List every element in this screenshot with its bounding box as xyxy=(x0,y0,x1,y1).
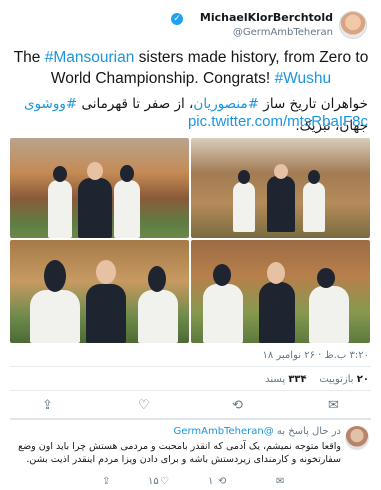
reply-icon[interactable]: ✉ xyxy=(328,398,339,413)
tweet-fa-part2: ، از صفر تا قهرمانی xyxy=(77,96,194,112)
verified-badge-icon: ✓ xyxy=(171,13,183,25)
reply-reply-icon[interactable]: ✉ xyxy=(276,476,284,487)
likes-label[interactable]: پسند xyxy=(265,374,285,385)
hashtag-wushu[interactable]: #Wushu xyxy=(275,70,332,87)
reply-text: واقعا متوجه نمیشم، یک آدمی که انقدر بامح… xyxy=(18,441,341,465)
photo-4[interactable] xyxy=(191,240,370,343)
tweet-media-link[interactable]: pic.twitter.com/mtsRbaIF8c xyxy=(12,113,368,130)
tweet-fa-part1: خواهران تاریخ ساز xyxy=(259,96,368,112)
reply-heart-icon[interactable]: ♡ xyxy=(160,476,169,487)
tweet-action-bar: ⇪ ♡ ⟲ ✉ xyxy=(0,398,381,414)
tweet-header: MichaelKlorBerchtold ✓ @GermAmbTeheran xyxy=(0,6,381,46)
reply-avatar[interactable] xyxy=(345,426,369,450)
author-handle[interactable]: @GermAmbTeheran xyxy=(233,27,333,38)
tweet-text-prefix: The xyxy=(13,49,45,66)
likes-count[interactable]: ۳۳۴ xyxy=(288,374,306,385)
tweet-timestamp[interactable]: ۳:۲۰ ب.ظ · ۲۶ نوامبر ۱۸ xyxy=(262,350,369,361)
retweets-count[interactable]: ۲۰ xyxy=(357,374,369,385)
hashtag-mansourian[interactable]: #Mansourian xyxy=(45,49,135,66)
author-display-name[interactable]: MichaelKlorBerchtold xyxy=(200,11,333,24)
reply-like-count: ۱۵ xyxy=(148,476,159,487)
divider xyxy=(10,390,371,391)
in-reply-prefix: در حال پاسخ به xyxy=(276,426,341,437)
retweets-label[interactable]: بازتوییت xyxy=(319,374,353,385)
photo-2[interactable] xyxy=(191,138,370,238)
photo-1[interactable] xyxy=(10,138,189,238)
retweet-icon[interactable]: ⟲ xyxy=(232,398,243,413)
tweet-stats: ۲۰ بازتوییت ۳۳۴ پسند xyxy=(265,374,369,385)
photo-3[interactable] xyxy=(10,240,189,343)
share-icon[interactable]: ⇪ xyxy=(42,398,53,413)
hashtag-wushu-fa[interactable]: #ووشوی xyxy=(24,96,77,112)
hashtag-mansourian-fa[interactable]: #منصوریان xyxy=(193,96,259,112)
photo-grid xyxy=(10,138,370,343)
in-reply-to: در حال پاسخ به @GermAmbTeheran xyxy=(174,426,341,437)
reply-retweet-icon[interactable]: ⟲ xyxy=(218,476,226,487)
reply-action-bar: ⇪ ۱۵ ♡ ۱ ⟲ ✉ xyxy=(0,476,381,488)
divider xyxy=(10,366,371,367)
heart-icon[interactable]: ♡ xyxy=(138,398,150,413)
in-reply-handle[interactable]: @GermAmbTeheran xyxy=(174,426,274,437)
reply-share-icon[interactable]: ⇪ xyxy=(102,476,110,487)
author-avatar[interactable] xyxy=(339,11,367,39)
reply-retweet-count: ۱ xyxy=(208,476,214,487)
tweet-text-english: The #Mansourian sisters made history, fr… xyxy=(10,47,372,89)
